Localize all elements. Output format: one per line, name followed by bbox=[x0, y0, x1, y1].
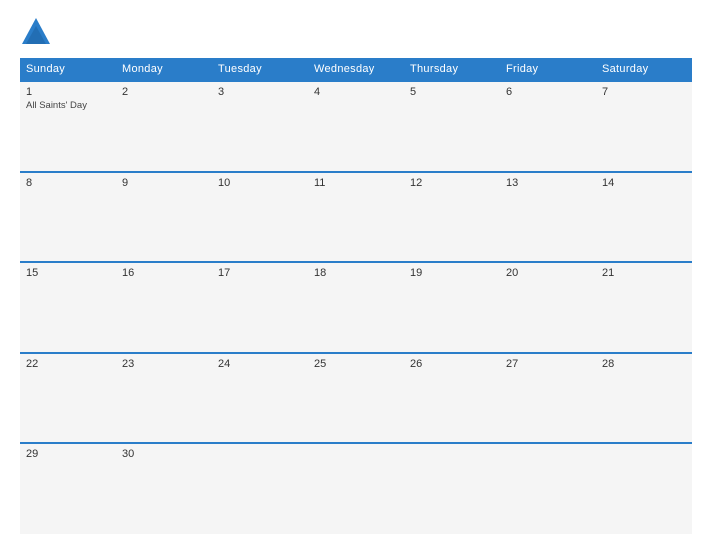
day-number: 15 bbox=[26, 267, 110, 279]
calendar-cell: 2 bbox=[116, 81, 212, 172]
calendar-cell: 11 bbox=[308, 172, 404, 263]
event-label: All Saints' Day bbox=[26, 100, 110, 111]
calendar-week-3: 15 16 17 18 19 20 21 bbox=[20, 262, 692, 353]
calendar-cell: 16 bbox=[116, 262, 212, 353]
day-number: 9 bbox=[122, 177, 206, 189]
calendar-cell bbox=[404, 443, 500, 534]
calendar-cell: 29 bbox=[20, 443, 116, 534]
calendar-cell: 10 bbox=[212, 172, 308, 263]
calendar-cell: 20 bbox=[500, 262, 596, 353]
day-header-thursday: Thursday bbox=[404, 58, 500, 81]
page-header bbox=[20, 16, 692, 48]
day-header-friday: Friday bbox=[500, 58, 596, 81]
calendar-cell: 3 bbox=[212, 81, 308, 172]
calendar-week-2: 89 10 11 12 13 14 bbox=[20, 172, 692, 263]
day-header-wednesday: Wednesday bbox=[308, 58, 404, 81]
day-number: 25 bbox=[314, 358, 398, 370]
logo-icon bbox=[20, 16, 52, 48]
day-number: 21 bbox=[602, 267, 686, 279]
calendar-cell: 14 bbox=[596, 172, 692, 263]
calendar-cell: 25 bbox=[308, 353, 404, 444]
day-number: 23 bbox=[122, 358, 206, 370]
day-number: 14 bbox=[602, 177, 686, 189]
calendar-body: 1All Saints' Day234567891011121314151617… bbox=[20, 81, 692, 534]
day-number: 11 bbox=[314, 177, 398, 189]
day-number: 12 bbox=[410, 177, 494, 189]
calendar-cell: 1 All Saints' Day bbox=[20, 81, 116, 172]
day-number: 2 bbox=[122, 86, 206, 98]
day-number: 3 bbox=[218, 86, 302, 98]
day-number: 18 bbox=[314, 267, 398, 279]
calendar-table: SundayMondayTuesdayWednesdayThursdayFrid… bbox=[20, 58, 692, 534]
calendar-week-4: 22 23 24 25 26 27 28 bbox=[20, 353, 692, 444]
calendar-cell: 27 bbox=[500, 353, 596, 444]
day-number: 8 bbox=[26, 177, 110, 189]
day-number: 28 bbox=[602, 358, 686, 370]
day-header-monday: Monday bbox=[116, 58, 212, 81]
day-number: 1 bbox=[26, 86, 110, 98]
day-number: 29 bbox=[26, 448, 110, 460]
day-number: 19 bbox=[410, 267, 494, 279]
calendar-cell: 9 bbox=[116, 172, 212, 263]
calendar-cell: 23 bbox=[116, 353, 212, 444]
calendar-cell: 17 bbox=[212, 262, 308, 353]
calendar-cell: 26 bbox=[404, 353, 500, 444]
calendar-cell: 8 bbox=[20, 172, 116, 263]
day-number: 4 bbox=[314, 86, 398, 98]
calendar-cell: 19 bbox=[404, 262, 500, 353]
day-number: 16 bbox=[122, 267, 206, 279]
day-number: 20 bbox=[506, 267, 590, 279]
calendar-cell: 5 bbox=[404, 81, 500, 172]
day-number: 22 bbox=[26, 358, 110, 370]
calendar-cell: 13 bbox=[500, 172, 596, 263]
day-header-sunday: Sunday bbox=[20, 58, 116, 81]
calendar-cell bbox=[212, 443, 308, 534]
day-header-saturday: Saturday bbox=[596, 58, 692, 81]
calendar-cell: 28 bbox=[596, 353, 692, 444]
calendar-cell bbox=[308, 443, 404, 534]
logo bbox=[20, 16, 54, 48]
calendar-week-1: 1 All Saints' Day 234567 bbox=[20, 81, 692, 172]
calendar-cell: 18 bbox=[308, 262, 404, 353]
day-number: 17 bbox=[218, 267, 302, 279]
day-number: 26 bbox=[410, 358, 494, 370]
calendar-cell: 15 bbox=[20, 262, 116, 353]
calendar-cell bbox=[500, 443, 596, 534]
calendar-cell: 6 bbox=[500, 81, 596, 172]
calendar-cell: 24 bbox=[212, 353, 308, 444]
day-header-tuesday: Tuesday bbox=[212, 58, 308, 81]
calendar-cell: 30 bbox=[116, 443, 212, 534]
day-number: 6 bbox=[506, 86, 590, 98]
day-number: 30 bbox=[122, 448, 206, 460]
day-number: 5 bbox=[410, 86, 494, 98]
calendar-cell: 7 bbox=[596, 81, 692, 172]
calendar-cell bbox=[596, 443, 692, 534]
days-of-week-row: SundayMondayTuesdayWednesdayThursdayFrid… bbox=[20, 58, 692, 81]
calendar-cell: 4 bbox=[308, 81, 404, 172]
day-number: 27 bbox=[506, 358, 590, 370]
calendar-cell: 21 bbox=[596, 262, 692, 353]
calendar-header: SundayMondayTuesdayWednesdayThursdayFrid… bbox=[20, 58, 692, 81]
calendar-cell: 22 bbox=[20, 353, 116, 444]
day-number: 24 bbox=[218, 358, 302, 370]
calendar-week-5: 29 30 bbox=[20, 443, 692, 534]
day-number: 13 bbox=[506, 177, 590, 189]
day-number: 7 bbox=[602, 86, 686, 98]
calendar-cell: 12 bbox=[404, 172, 500, 263]
day-number: 10 bbox=[218, 177, 302, 189]
